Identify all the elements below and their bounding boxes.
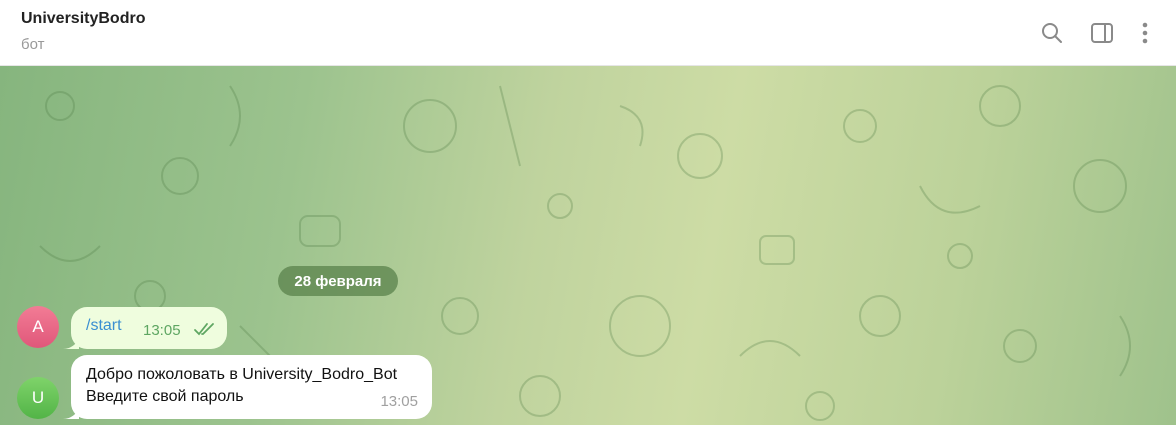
chat-area[interactable]: 28 февраля A /start 13:05 U Добро пожоло… — [0, 66, 1176, 425]
message-bubble-incoming[interactable]: Добро пожоловать в University_Bodro_Bot … — [63, 355, 432, 419]
chat-subtitle: бот — [21, 36, 45, 53]
double-check-icon — [194, 323, 214, 336]
message-bubble-outgoing[interactable]: /start 13:05 — [63, 307, 227, 349]
avatar[interactable]: A — [17, 306, 59, 348]
search-icon[interactable] — [1039, 20, 1065, 46]
message-time: 13:05 — [380, 393, 418, 410]
avatar[interactable]: U — [17, 377, 59, 419]
chat-header: UniversityBodro бот — [0, 0, 1176, 66]
bot-command-link[interactable]: /start — [86, 317, 122, 335]
date-separator: 28 февраля — [278, 266, 398, 296]
bubble-tail — [63, 405, 79, 419]
message-text-line: Добро пожоловать в University_Bodro_Bot — [86, 366, 398, 383]
chat-title[interactable]: UniversityBodro — [21, 10, 145, 28]
message-time: 13:05 — [143, 322, 181, 339]
message-text-line: Введите свой пароль — [86, 388, 244, 405]
more-vertical-icon[interactable] — [1132, 20, 1158, 46]
bubble-tail — [63, 335, 79, 349]
sidebar-toggle-icon[interactable] — [1089, 20, 1115, 46]
